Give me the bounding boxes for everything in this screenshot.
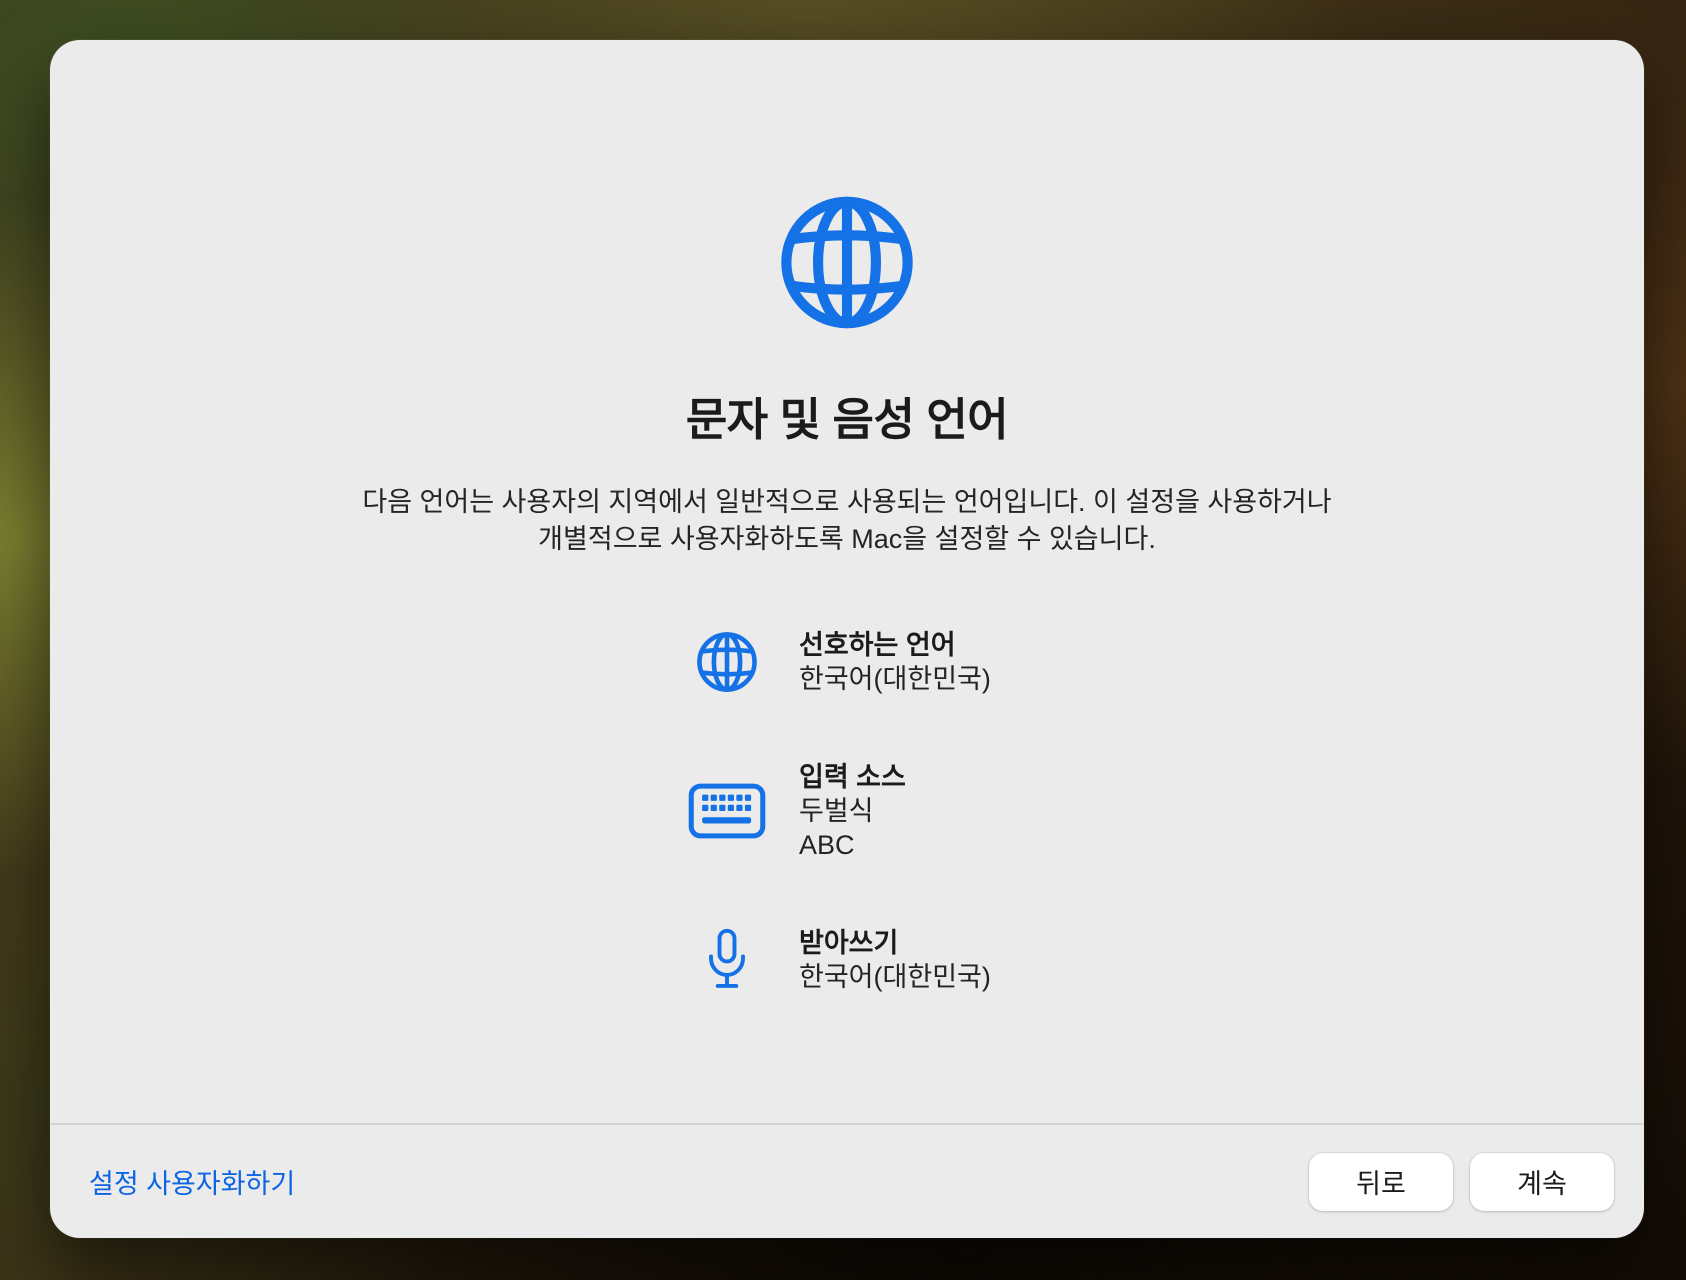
- description-line-1: 다음 언어는 사용자의 지역에서 일반적으로 사용되는 언어입니다. 이 설정을…: [50, 484, 1644, 521]
- keyboard-icon: [667, 783, 787, 839]
- setting-row-input-sources: 입력 소스 두벌식 ABC: [667, 760, 991, 862]
- description-line-2: 개별적으로 사용자화하도록 Mac을 설정할 수 있습니다.: [50, 521, 1644, 558]
- setup-assistant-window: 문자 및 음성 언어 다음 언어는 사용자의 지역에서 일반적으로 사용되는 언…: [50, 40, 1644, 1238]
- globe-icon: [667, 630, 787, 694]
- microphone-icon: [667, 928, 787, 992]
- setting-label: 받아쓰기: [799, 926, 991, 960]
- language-settings-list: 선호하는 언어 한국어(대한민국) 입력 소스 두벌식 ABC 받아쓰기 한국어…: [667, 628, 991, 994]
- setting-row-dictation: 받아쓰기 한국어(대한민국): [667, 926, 991, 994]
- setting-row-preferred-language: 선호하는 언어 한국어(대한민국): [667, 628, 991, 696]
- setting-label: 입력 소스: [799, 760, 906, 794]
- page-title: 문자 및 음성 언어: [50, 392, 1644, 448]
- customize-settings-link[interactable]: 설정 사용자화하기: [89, 1162, 295, 1201]
- continue-button[interactable]: 계속: [1470, 1153, 1614, 1211]
- footer-buttons: 뒤로 계속: [1309, 1153, 1614, 1211]
- setting-value: ABC: [799, 828, 906, 862]
- setting-label: 선호하는 언어: [799, 628, 991, 662]
- footer-bar: 설정 사용자화하기 뒤로 계속: [50, 1123, 1644, 1238]
- globe-hero-icon: [777, 192, 918, 333]
- setting-value: 두벌식: [799, 794, 906, 828]
- page-description: 다음 언어는 사용자의 지역에서 일반적으로 사용되는 언어입니다. 이 설정을…: [50, 484, 1644, 558]
- setting-value: 한국어(대한민국): [799, 960, 991, 994]
- back-button[interactable]: 뒤로: [1309, 1153, 1453, 1211]
- setting-value: 한국어(대한민국): [799, 662, 991, 696]
